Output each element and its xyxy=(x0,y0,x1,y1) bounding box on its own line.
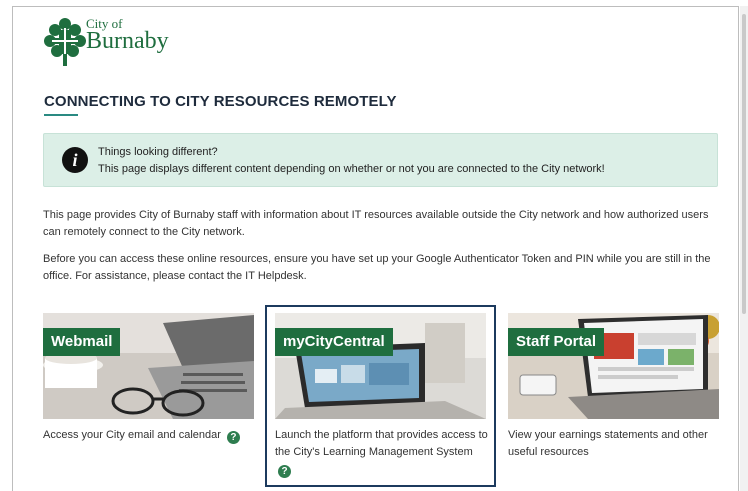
intro-paragraph: This page provides City of Burnaby staff… xyxy=(43,209,709,238)
notice-heading: Things looking different? xyxy=(98,146,218,158)
info-icon: i xyxy=(62,147,88,173)
logo-text-burnaby: Burnaby xyxy=(86,28,169,54)
help-icon[interactable]: ? xyxy=(226,431,240,444)
staff-portal-card-image[interactable]: Staff Portal xyxy=(508,313,719,419)
staff-portal-caption-text: View your earnings statements and other … xyxy=(508,429,708,458)
staff-portal-label[interactable]: Staff Portal xyxy=(508,328,605,356)
scrollbar-thumb[interactable] xyxy=(742,14,746,314)
notice-banner xyxy=(43,133,718,187)
webmail-card-image[interactable]: Webmail xyxy=(43,313,254,419)
notice-message: This page displays different content dep… xyxy=(98,163,605,175)
webmail-caption: Access your City email and calendar ? xyxy=(43,427,258,444)
page-title: CONNECTING TO CITY RESOURCES REMOTELY xyxy=(44,93,397,110)
card-focus-outline xyxy=(265,305,496,487)
webmail-label[interactable]: Webmail xyxy=(43,328,121,356)
webmail-caption-text: Access your City email and calendar xyxy=(43,429,221,441)
staff-portal-caption: View your earnings statements and other … xyxy=(508,427,723,461)
setup-paragraph: Before you can access these online resou… xyxy=(43,253,711,282)
title-underline xyxy=(44,114,78,116)
